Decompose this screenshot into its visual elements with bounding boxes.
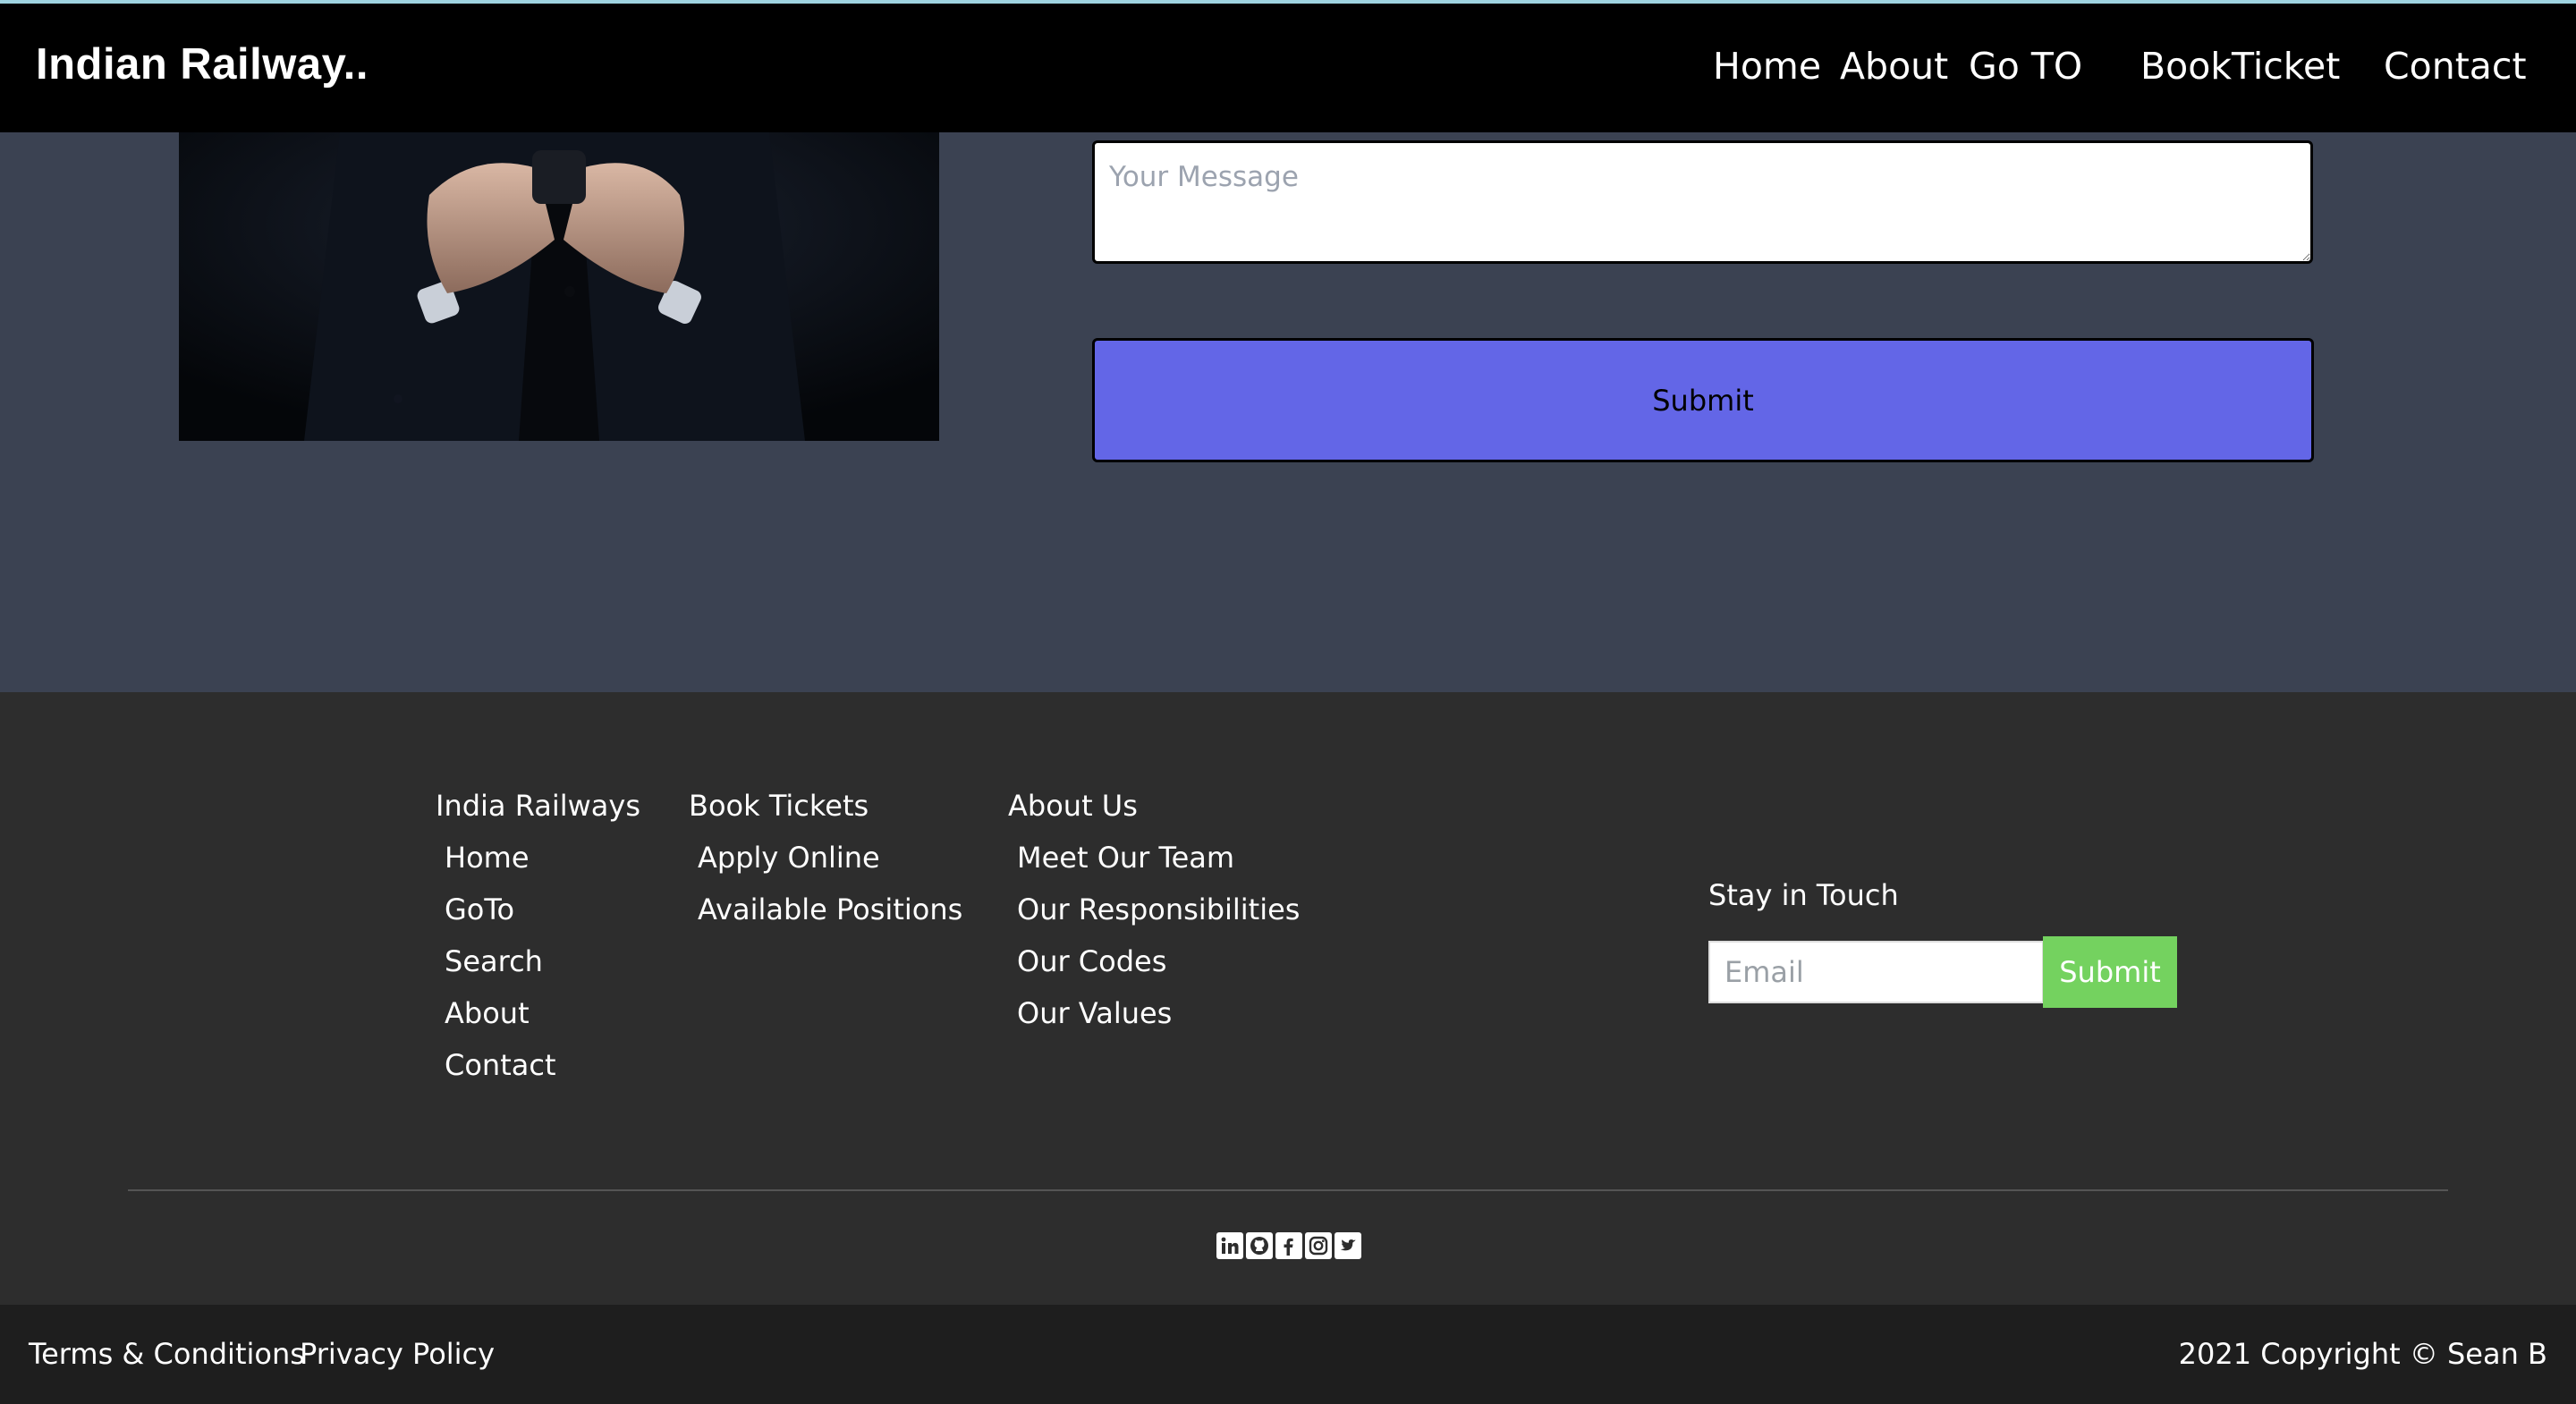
contact-submit-button[interactable]: Submit xyxy=(1092,338,2314,462)
brand-logo[interactable]: Indian Railway.. xyxy=(36,39,369,89)
nav-go-to[interactable]: Go TO xyxy=(1969,45,2082,88)
privacy-link[interactable]: Privacy Policy xyxy=(300,1337,495,1371)
footer-divider xyxy=(128,1189,2448,1191)
footer-col-about-us-title: About Us xyxy=(1008,789,1138,823)
terms-link[interactable]: Terms & Conditions xyxy=(29,1337,305,1371)
footer-link-search[interactable]: Search xyxy=(445,944,543,978)
instagram-icon[interactable] xyxy=(1305,1232,1332,1259)
footer-link-contact[interactable]: Contact xyxy=(445,1048,556,1082)
footer-link-home[interactable]: Home xyxy=(445,841,530,875)
message-textarea[interactable] xyxy=(1092,140,2313,264)
nav-contact[interactable]: Contact xyxy=(2384,45,2527,88)
social-icons xyxy=(1216,1232,1361,1263)
footer-col-book-tickets-title: Book Tickets xyxy=(689,789,869,823)
newsletter-title: Stay in Touch xyxy=(1708,878,1899,912)
contact-photo xyxy=(179,132,939,441)
footer-link-our-responsibilities[interactable]: Our Responsibilities xyxy=(1017,892,1300,926)
nav-bookticket[interactable]: BookTicket xyxy=(2140,45,2340,88)
github-icon[interactable] xyxy=(1246,1232,1273,1259)
footer-col-india-railways-title: India Railways xyxy=(436,789,641,823)
linkedin-icon[interactable] xyxy=(1216,1232,1243,1259)
footer: India Railways Home GoTo Search About Co… xyxy=(0,692,2576,1305)
footer-link-available-positions[interactable]: Available Positions xyxy=(698,892,962,926)
twitter-icon[interactable] xyxy=(1335,1232,1361,1259)
newsletter-submit-button[interactable]: Submit xyxy=(2043,936,2177,1008)
footer-link-meet-our-team[interactable]: Meet Our Team xyxy=(1017,841,1234,875)
nav-home[interactable]: Home xyxy=(1713,45,1821,88)
copyright-text: 2021 Copyright © Sean B xyxy=(2178,1337,2547,1371)
footer-link-our-codes[interactable]: Our Codes xyxy=(1017,944,1166,978)
footer-link-goto[interactable]: GoTo xyxy=(445,892,514,926)
navbar: Indian Railway.. Home About Go TO BookTi… xyxy=(0,4,2576,132)
footer-link-apply-online[interactable]: Apply Online xyxy=(698,841,880,875)
facebook-icon[interactable] xyxy=(1275,1232,1302,1259)
footer-link-our-values[interactable]: Our Values xyxy=(1017,996,1172,1030)
nav-about[interactable]: About xyxy=(1840,45,1948,88)
footer-link-about[interactable]: About xyxy=(445,996,530,1030)
newsletter-email-input[interactable] xyxy=(1708,941,2044,1003)
bottom-bar: Terms & Conditions Privacy Policy 2021 C… xyxy=(0,1305,2576,1404)
